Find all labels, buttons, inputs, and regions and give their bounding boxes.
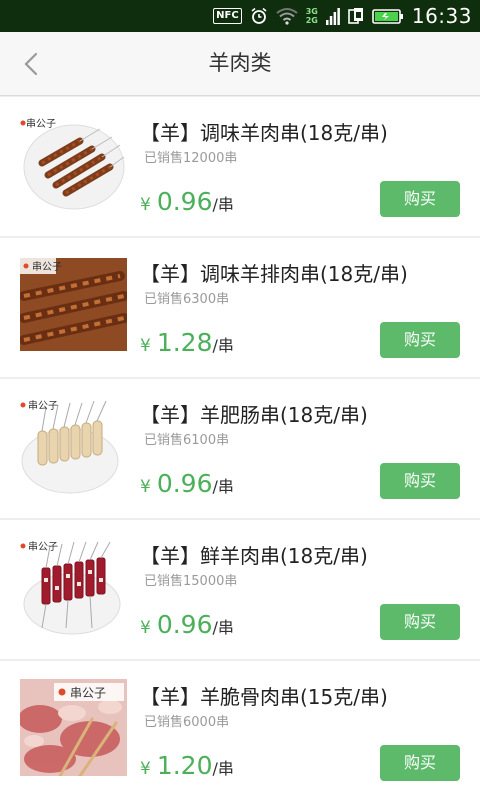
currency-symbol: ¥ — [140, 759, 151, 779]
product-card[interactable]: 串公子 【羊】羊脆骨肉串(15克/串) 已销售6000串 ¥ 1.20 /串 购… — [0, 661, 480, 800]
brand-logo: 串公子 — [28, 400, 58, 412]
product-image: 串公子 — [20, 538, 127, 635]
clock: 16:33 — [411, 4, 472, 28]
brand-logo: 串公子 — [70, 686, 106, 700]
network-type-icon: 3G 2G — [306, 7, 318, 25]
network-2g-label: 2G — [305, 16, 318, 25]
product-card[interactable]: 串公子 【羊】鲜羊肉串(18克/串) 已销售15000串 ¥ 0.96 /串 购… — [0, 520, 480, 659]
alarm-icon — [250, 7, 268, 25]
brand-logo: 串公子 — [28, 541, 58, 553]
product-price: ¥ 1.28 /串 — [140, 328, 234, 362]
product-card[interactable]: 串公子 【羊】调味羊肉串(18克/串) 已销售12000串 ¥ 0.96 /串 … — [0, 97, 480, 236]
nav-bar: 羊肉类 — [0, 32, 480, 96]
buy-button[interactable]: 购买 — [380, 322, 460, 358]
signal-icon — [325, 7, 340, 25]
price-unit: /串 — [212, 477, 234, 496]
product-image: 串公子 — [20, 256, 127, 353]
product-name: 【羊】鲜羊肉串(18克/串) — [140, 544, 368, 568]
sim-icon — [348, 7, 364, 25]
battery-icon — [372, 7, 404, 25]
product-price: ¥ 0.96 /串 — [140, 469, 234, 503]
product-price: ¥ 0.96 /串 — [140, 610, 234, 644]
network-3g-label: 3G — [305, 7, 318, 16]
price-unit: /串 — [212, 195, 234, 214]
product-card[interactable]: 串公子 【羊】羊肥肠串(18克/串) 已销售6100串 ¥ 0.96 /串 购买 — [0, 379, 480, 518]
buy-button[interactable]: 购买 — [380, 463, 460, 499]
price-unit: /串 — [212, 618, 234, 637]
product-name: 【羊】羊脆骨肉串(15克/串) — [140, 685, 388, 709]
product-price: ¥ 0.96 /串 — [140, 187, 234, 221]
price-value: 0.96 — [156, 610, 213, 639]
product-image: 串公子 — [20, 115, 127, 212]
status-icons: NFC 3G 2G 16:33 — [213, 0, 472, 32]
price-value: 1.20 — [156, 751, 213, 780]
price-unit: /串 — [212, 336, 234, 355]
product-list: 串公子 【羊】调味羊肉串(18克/串) 已销售12000串 ¥ 0.96 /串 … — [0, 96, 480, 800]
currency-symbol: ¥ — [140, 477, 151, 497]
product-name: 【羊】羊肥肠串(18克/串) — [140, 403, 368, 427]
product-image: 串公子 — [20, 679, 127, 776]
buy-button[interactable]: 购买 — [380, 604, 460, 640]
page-title: 羊肉类 — [208, 51, 272, 75]
sold-count: 已销售12000串 — [144, 151, 238, 166]
nfc-icon: NFC — [213, 8, 242, 24]
product-name: 【羊】调味羊排肉串(18克/串) — [140, 262, 408, 286]
sold-count: 已销售15000串 — [144, 574, 238, 589]
price-unit: /串 — [212, 759, 234, 778]
brand-logo: 串公子 — [32, 261, 62, 273]
status-bar: NFC 3G 2G 16:33 — [0, 0, 480, 32]
product-name: 【羊】调味羊肉串(18克/串) — [140, 121, 388, 145]
buy-button[interactable]: 购买 — [380, 181, 460, 217]
buy-button[interactable]: 购买 — [380, 745, 460, 781]
sold-count: 已销售6300串 — [144, 292, 230, 307]
sold-count: 已销售6100串 — [144, 433, 230, 448]
currency-symbol: ¥ — [140, 336, 151, 356]
wifi-icon — [276, 7, 298, 25]
product-card[interactable]: 串公子 【羊】调味羊排肉串(18克/串) 已销售6300串 ¥ 1.28 /串 … — [0, 238, 480, 377]
price-value: 1.28 — [156, 328, 213, 357]
price-value: 0.96 — [156, 469, 213, 498]
price-value: 0.96 — [156, 187, 213, 216]
brand-logo: 串公子 — [26, 118, 56, 130]
currency-symbol: ¥ — [140, 618, 151, 638]
currency-symbol: ¥ — [140, 195, 151, 215]
product-image: 串公子 — [20, 397, 127, 494]
product-price: ¥ 1.20 /串 — [140, 751, 234, 785]
sold-count: 已销售6000串 — [144, 715, 230, 730]
